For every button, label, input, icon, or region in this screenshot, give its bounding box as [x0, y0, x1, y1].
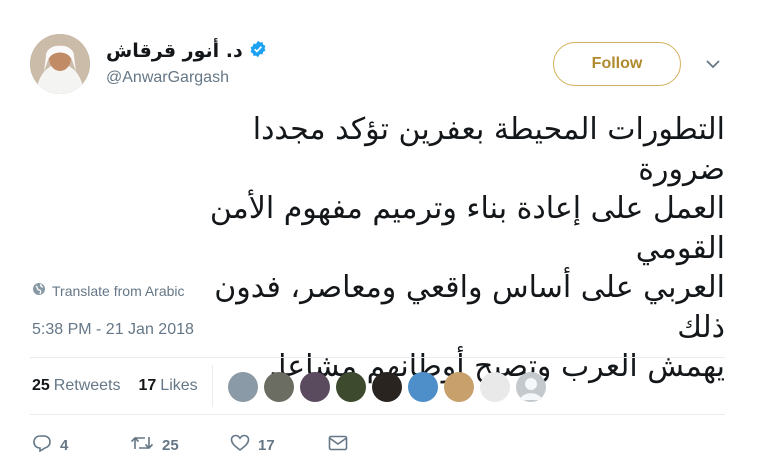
heart-icon	[230, 434, 250, 456]
liker-avatar[interactable]	[516, 372, 546, 402]
divider	[30, 357, 725, 358]
likes-count: 17	[138, 377, 157, 394]
reply-icon	[32, 434, 52, 456]
like-count: 17	[258, 436, 275, 454]
verified-badge-icon	[249, 40, 267, 62]
like-button[interactable]: 17	[230, 434, 328, 456]
reply-button[interactable]: 4	[32, 434, 130, 456]
liker-avatar[interactable]	[264, 372, 294, 402]
likes-stat[interactable]: 17 Likes	[139, 377, 198, 395]
direct-message-button[interactable]	[328, 435, 348, 455]
retweet-count: 25	[162, 436, 179, 454]
user-name-row: د. أنور قرقاش	[106, 38, 267, 64]
translate-label[interactable]: Translate from Arabic	[52, 283, 185, 299]
liker-avatar[interactable]	[444, 372, 474, 402]
liker-avatar[interactable]	[480, 372, 510, 402]
reply-count: 4	[60, 436, 69, 454]
tweet-actions: 4 25 17	[32, 434, 348, 456]
retweet-button[interactable]: 25	[130, 434, 230, 456]
stats-separator	[212, 365, 213, 407]
liker-avatar[interactable]	[408, 372, 438, 402]
chevron-down-icon[interactable]	[704, 56, 722, 70]
likers-list	[228, 372, 546, 402]
liker-avatar[interactable]	[372, 372, 402, 402]
tweet-line: التطورات المحيطة بعفرين تؤكد مجددا ضرورة	[252, 112, 725, 187]
liker-avatar[interactable]	[336, 372, 366, 402]
tweet-text: التطورات المحيطة بعفرين تؤكد مجددا ضرورة…	[200, 110, 725, 387]
avatar[interactable]	[30, 34, 90, 94]
liker-avatar[interactable]	[228, 372, 258, 402]
envelope-icon	[328, 435, 348, 455]
tweet-line: العربي على أساس واقعي ومعاصر، فدون ذلك	[214, 270, 725, 345]
retweets-label: Retweets	[53, 377, 121, 394]
tweet-line: العمل على إعادة بناء وترميم مفهوم الأمن …	[209, 191, 725, 266]
translate-link[interactable]: Translate from Arabic	[32, 282, 185, 299]
follow-button[interactable]: Follow	[553, 42, 681, 86]
tweet-timestamp[interactable]: 5:38 PM - 21 Jan 2018	[32, 321, 194, 339]
retweet-icon	[130, 434, 154, 456]
liker-avatar[interactable]	[300, 372, 330, 402]
likes-label: Likes	[160, 377, 198, 394]
globe-icon	[32, 282, 46, 299]
display-name[interactable]: د. أنور قرقاش	[106, 40, 243, 62]
divider	[30, 414, 725, 415]
user-handle[interactable]: @AnwarGargash	[106, 69, 229, 87]
retweets-count: 25	[32, 377, 50, 394]
retweets-stat[interactable]: 25 Retweets	[32, 377, 121, 395]
tweet-stats: 25 Retweets 17 Likes	[32, 377, 198, 395]
